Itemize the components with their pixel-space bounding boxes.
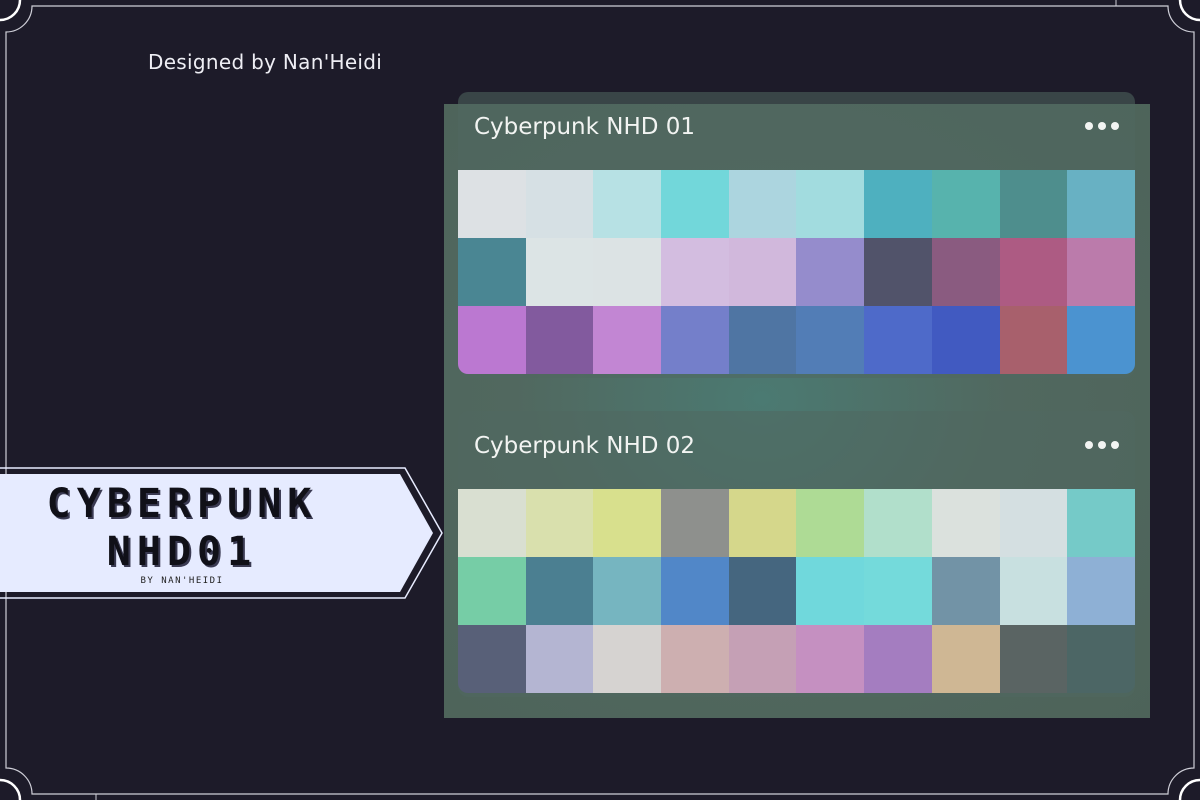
color-swatch[interactable] — [1067, 170, 1135, 238]
color-swatch[interactable] — [525, 625, 594, 693]
color-swatch[interactable] — [1067, 625, 1135, 693]
color-swatch[interactable] — [864, 170, 932, 238]
color-swatch[interactable] — [931, 489, 1000, 557]
color-swatch[interactable] — [931, 625, 1000, 693]
color-swatch[interactable] — [864, 489, 932, 557]
color-swatch[interactable] — [728, 238, 797, 306]
palette-card-1[interactable]: Cyberpunk NHD 01 — [458, 92, 1135, 378]
color-swatch[interactable] — [593, 170, 662, 238]
banner-subtitle: BY NAN'HEIDI — [140, 576, 224, 586]
color-swatch[interactable] — [864, 238, 932, 306]
color-swatch[interactable] — [661, 170, 729, 238]
color-swatch[interactable] — [796, 238, 865, 306]
palette-card-2[interactable]: Cyberpunk NHD 02 — [458, 411, 1135, 697]
more-horizontal-icon[interactable] — [1077, 116, 1119, 136]
color-swatch[interactable] — [525, 238, 594, 306]
color-swatch[interactable] — [999, 306, 1068, 374]
color-swatch[interactable] — [796, 170, 865, 238]
title-banner: CYBERPUNK NHD01 BY NAN'HEIDI — [0, 466, 445, 600]
color-swatch[interactable] — [796, 557, 865, 625]
swatch-grid — [458, 170, 1135, 374]
color-swatch[interactable] — [931, 170, 1000, 238]
color-swatch[interactable] — [728, 306, 797, 374]
swatch-grid — [458, 489, 1135, 693]
color-swatch[interactable] — [796, 625, 865, 693]
color-swatch[interactable] — [931, 557, 1000, 625]
color-swatch[interactable] — [999, 170, 1068, 238]
color-swatch[interactable] — [728, 170, 797, 238]
more-horizontal-icon[interactable] — [1077, 435, 1119, 455]
color-swatch[interactable] — [593, 625, 662, 693]
palette-title: Cyberpunk NHD 01 — [474, 114, 696, 140]
color-swatch[interactable] — [999, 625, 1068, 693]
color-swatch[interactable] — [458, 557, 526, 625]
color-swatch[interactable] — [864, 625, 932, 693]
palette-panel: Cyberpunk NHD 01 Cyberpunk NHD 02 — [444, 92, 1150, 718]
color-swatch[interactable] — [661, 625, 729, 693]
color-swatch[interactable] — [728, 625, 797, 693]
color-swatch[interactable] — [458, 238, 526, 306]
color-swatch[interactable] — [931, 306, 1000, 374]
palette-title: Cyberpunk NHD 02 — [474, 433, 696, 459]
color-swatch[interactable] — [661, 238, 729, 306]
color-swatch[interactable] — [796, 306, 865, 374]
color-swatch[interactable] — [931, 238, 1000, 306]
color-swatch[interactable] — [661, 306, 729, 374]
color-swatch[interactable] — [525, 557, 594, 625]
color-swatch[interactable] — [728, 489, 797, 557]
color-swatch[interactable] — [525, 489, 594, 557]
color-swatch[interactable] — [593, 306, 662, 374]
color-swatch[interactable] — [864, 557, 932, 625]
color-swatch[interactable] — [458, 625, 526, 693]
color-swatch[interactable] — [999, 489, 1068, 557]
color-swatch[interactable] — [1067, 306, 1135, 374]
color-swatch[interactable] — [525, 170, 594, 238]
color-swatch[interactable] — [458, 170, 526, 238]
color-swatch[interactable] — [593, 557, 662, 625]
color-swatch[interactable] — [458, 306, 526, 374]
color-swatch[interactable] — [661, 489, 729, 557]
color-swatch[interactable] — [999, 557, 1068, 625]
designer-credit: Designed by Nan'Heidi — [148, 50, 383, 74]
color-swatch[interactable] — [728, 557, 797, 625]
color-swatch[interactable] — [458, 489, 526, 557]
color-swatch[interactable] — [999, 238, 1068, 306]
color-swatch[interactable] — [1067, 238, 1135, 306]
color-swatch[interactable] — [661, 557, 729, 625]
color-swatch[interactable] — [796, 489, 865, 557]
banner-title-line-2: NHD01 — [106, 529, 258, 575]
color-swatch[interactable] — [593, 489, 662, 557]
banner-title: CYBERPUNK NHD01 — [22, 480, 342, 576]
banner-title-line-1: CYBERPUNK — [46, 481, 318, 527]
color-swatch[interactable] — [864, 306, 932, 374]
color-swatch[interactable] — [1067, 557, 1135, 625]
color-swatch[interactable] — [1067, 489, 1135, 557]
color-swatch[interactable] — [593, 238, 662, 306]
color-swatch[interactable] — [525, 306, 594, 374]
